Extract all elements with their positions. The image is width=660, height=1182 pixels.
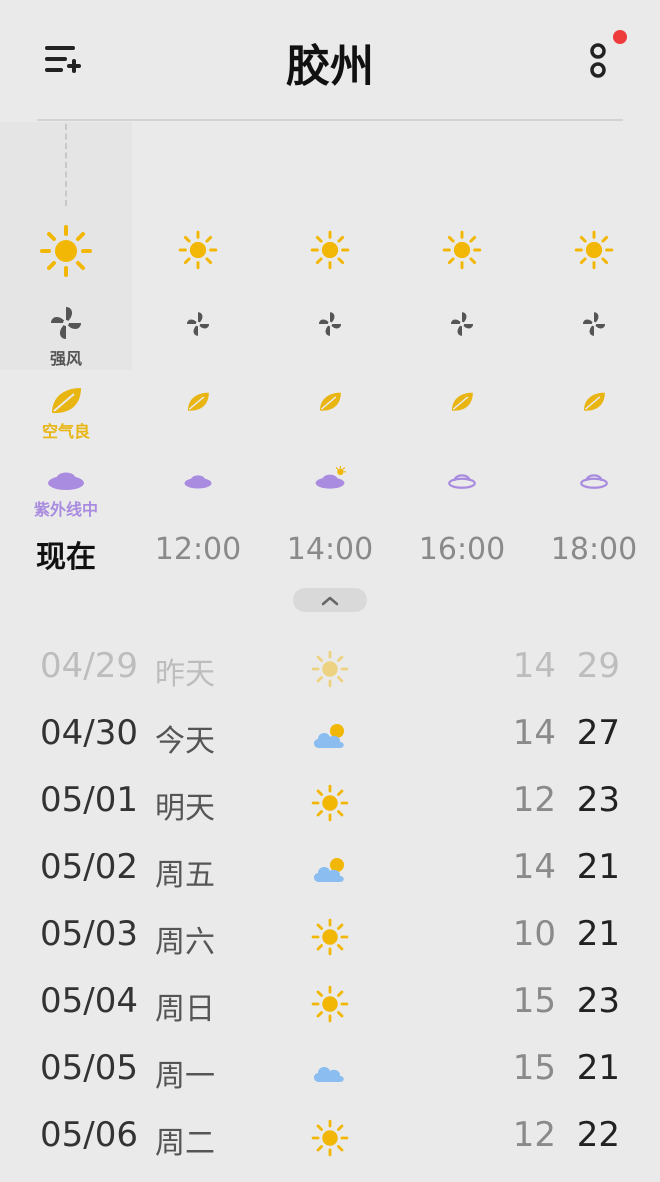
wind-icon xyxy=(264,310,396,338)
leaf-icon xyxy=(132,390,264,414)
sun-icon xyxy=(308,1119,352,1157)
air-quality-label: 空气良 xyxy=(41,422,90,441)
wind-icon xyxy=(0,304,132,342)
high-temp: 21 xyxy=(576,914,620,954)
day-date: 04/30 xyxy=(40,713,138,753)
cloud-sun-icon xyxy=(308,717,352,755)
day-date: 05/03 xyxy=(40,914,138,954)
sun-icon xyxy=(264,230,396,270)
daily-row[interactable]: 05/01 明天 12 23 xyxy=(0,768,660,835)
day-date: 05/02 xyxy=(40,847,138,887)
low-temp: 14 xyxy=(512,713,556,753)
hourly-column-now[interactable]: 强风 空气良 紫外线中 现在 xyxy=(0,210,132,610)
cloud-sun-icon xyxy=(308,851,352,889)
uv-hat-outline-icon xyxy=(396,470,528,492)
wind-label: 强风 xyxy=(49,349,82,368)
low-temp: 12 xyxy=(512,780,556,820)
day-name: 明天 xyxy=(155,791,215,826)
daily-row[interactable]: 04/30 今天 14 27 xyxy=(0,701,660,768)
uv-hat-sun-icon xyxy=(264,466,396,492)
high-temp: 29 xyxy=(576,646,620,686)
cloud-icon xyxy=(308,1052,352,1090)
wind-icon xyxy=(396,310,528,338)
hour-time-label: 14:00 xyxy=(286,532,374,567)
uv-hat-icon xyxy=(0,466,132,494)
day-name: 周五 xyxy=(155,858,215,893)
daily-row[interactable]: 04/29 昨天 14 29 xyxy=(0,634,660,701)
sun-icon xyxy=(308,918,352,956)
low-temp: 10 xyxy=(512,914,556,954)
daily-row[interactable]: 05/04 周日 15 23 xyxy=(0,969,660,1036)
notification-dot xyxy=(613,30,627,44)
high-temp: 27 xyxy=(576,713,620,753)
chevron-up-icon xyxy=(321,591,339,610)
day-date: 05/04 xyxy=(40,981,138,1021)
uv-label: 紫外线中 xyxy=(33,500,98,519)
daily-row[interactable]: 05/02 周五 14 21 xyxy=(0,835,660,902)
day-name: 周二 xyxy=(155,1126,215,1161)
hourly-column[interactable]: 14:00 xyxy=(264,210,396,610)
high-temp: 22 xyxy=(576,1115,620,1155)
low-temp: 15 xyxy=(512,981,556,1021)
day-date: 05/06 xyxy=(40,1115,138,1155)
day-name: 今天 xyxy=(155,724,215,759)
leaf-icon xyxy=(396,390,528,414)
hourly-column[interactable]: 12:00 xyxy=(132,210,264,610)
day-date: 05/01 xyxy=(40,780,138,820)
uv-hat-outline-icon xyxy=(528,470,660,492)
sun-icon xyxy=(132,230,264,270)
sun-icon xyxy=(528,230,660,270)
hour-time-label: 现在 xyxy=(36,540,96,575)
sun-icon xyxy=(308,784,352,822)
city-title: 胶州 xyxy=(286,41,374,92)
sun-icon xyxy=(396,230,528,270)
day-date: 04/29 xyxy=(40,646,138,686)
header-divider xyxy=(37,119,623,121)
sun-icon xyxy=(308,985,352,1023)
high-temp: 21 xyxy=(576,1048,620,1088)
low-temp: 14 xyxy=(512,847,556,887)
daily-row[interactable]: 05/06 周二 12 22 xyxy=(0,1103,660,1170)
daily-row[interactable]: 05/03 周六 10 21 xyxy=(0,902,660,969)
day-name: 周六 xyxy=(155,925,215,960)
top-bar: 胶州 xyxy=(0,0,660,122)
wind-icon xyxy=(132,310,264,338)
hour-time-label: 18:00 xyxy=(550,532,638,567)
now-indicator-line xyxy=(65,124,67,206)
high-temp: 23 xyxy=(576,780,620,820)
high-temp: 23 xyxy=(576,981,620,1021)
hourly-column[interactable]: 18:00 xyxy=(528,210,660,610)
low-temp: 15 xyxy=(512,1048,556,1088)
low-temp: 12 xyxy=(512,1115,556,1155)
more-options-icon[interactable] xyxy=(580,40,616,84)
hour-time-label: 16:00 xyxy=(418,532,506,567)
day-date: 05/05 xyxy=(40,1048,138,1088)
day-name: 周一 xyxy=(155,1059,215,1094)
high-temp: 21 xyxy=(576,847,620,887)
sun-icon xyxy=(0,224,132,278)
leaf-icon xyxy=(528,390,660,414)
leaf-icon xyxy=(0,385,132,417)
hour-time-label: 12:00 xyxy=(154,532,242,567)
leaf-icon xyxy=(264,390,396,414)
wind-icon xyxy=(528,310,660,338)
day-name: 周日 xyxy=(155,992,215,1027)
collapse-toggle-button[interactable] xyxy=(293,588,367,612)
sun-icon xyxy=(308,650,352,688)
hourly-column[interactable]: 16:00 xyxy=(396,210,528,610)
uv-hat-icon xyxy=(132,470,264,492)
day-name: 昨天 xyxy=(155,657,215,692)
low-temp: 14 xyxy=(512,646,556,686)
daily-row[interactable]: 05/05 周一 15 21 xyxy=(0,1036,660,1103)
